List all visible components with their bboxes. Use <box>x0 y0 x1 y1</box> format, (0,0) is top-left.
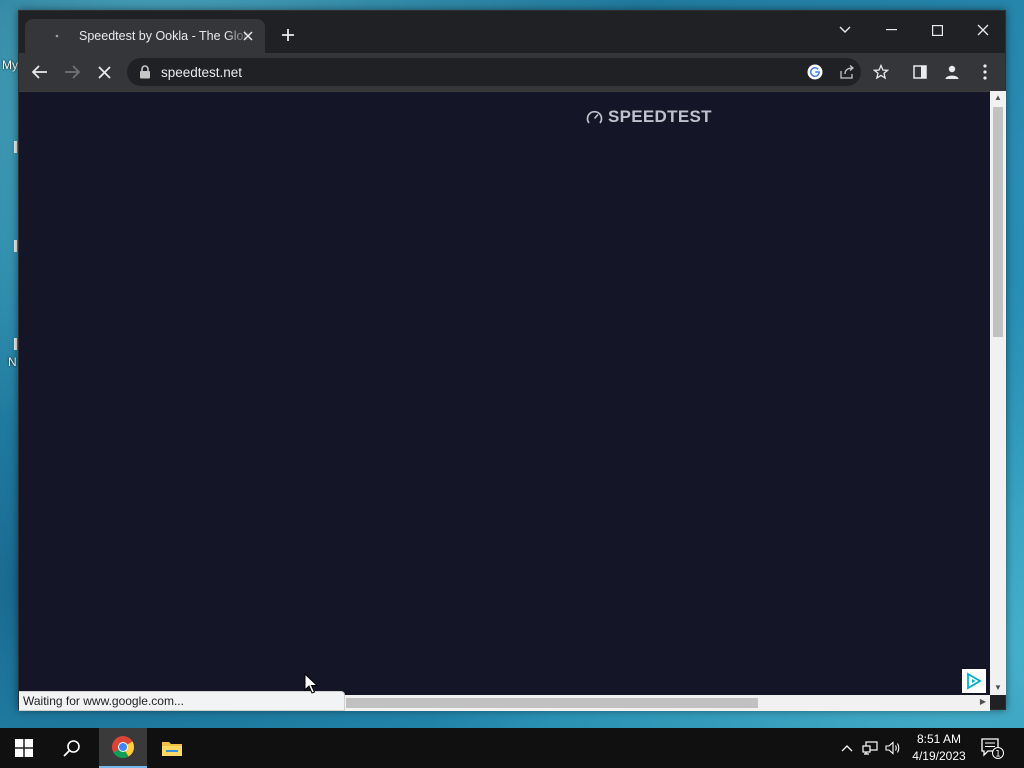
vertical-scrollbar-thumb[interactable] <box>993 107 1003 337</box>
desktop-icon-edge <box>14 338 17 350</box>
lock-icon[interactable] <box>139 65 151 79</box>
desktop-icon-label-fragment[interactable]: My <box>2 58 18 72</box>
arrow-right-icon[interactable] <box>59 59 85 85</box>
notification-center-icon[interactable]: 1 <box>980 736 1004 760</box>
tab-search-icon[interactable] <box>827 17 863 43</box>
chrome-icon[interactable] <box>99 728 147 768</box>
profile-icon[interactable] <box>941 61 963 83</box>
desktop-icon-label-fragment[interactable]: N <box>8 355 17 369</box>
scroll-up-icon[interactable]: ▲ <box>990 91 1006 105</box>
notification-count: 1 <box>995 749 1000 759</box>
tab-title: Speedtest by Ookla - The Global Broadban… <box>79 29 251 43</box>
scroll-down-icon[interactable]: ▼ <box>990 681 1006 695</box>
desktop-icon-edge <box>14 141 17 153</box>
desktop-icon-edge <box>14 240 17 252</box>
speedtest-logo-text: SPEEDTEST <box>608 107 712 126</box>
minimize-icon[interactable] <box>873 17 909 43</box>
speedometer-icon <box>586 110 603 124</box>
adchoices-icon[interactable] <box>962 669 986 693</box>
arrow-left-icon[interactable] <box>27 59 53 85</box>
plus-icon[interactable] <box>277 25 299 47</box>
address-bar[interactable]: speedtest.net <box>127 58 861 86</box>
clock-time: 8:51 AM <box>916 732 962 746</box>
page-viewport[interactable]: SPEEDTEST <box>19 91 990 695</box>
side-panel-icon[interactable] <box>909 61 931 83</box>
kebab-menu-icon[interactable] <box>974 61 996 83</box>
file-explorer-icon[interactable] <box>148 728 196 768</box>
chevron-up-icon[interactable] <box>838 739 856 757</box>
system-clock[interactable]: 8:51 AM 4/19/2023 <box>906 731 972 765</box>
close-icon[interactable] <box>965 17 1001 43</box>
scroll-right-icon[interactable]: ▶ <box>980 697 986 706</box>
tab-speedtest[interactable]: Speedtest by Ookla - The Global Broadban… <box>25 19 265 53</box>
windows-start-icon[interactable] <box>0 728 48 768</box>
star-icon[interactable] <box>870 61 892 83</box>
browser-toolbar: speedtest.net <box>19 53 1005 91</box>
search-icon[interactable] <box>48 728 96 768</box>
mouse-cursor-icon <box>304 673 318 694</box>
stop-loading-icon[interactable] <box>91 59 117 85</box>
share-icon[interactable] <box>837 62 857 82</box>
loading-spinner-icon <box>49 28 65 44</box>
close-icon[interactable] <box>239 27 257 45</box>
network-icon[interactable] <box>861 739 879 757</box>
url-text[interactable]: speedtest.net <box>161 65 242 80</box>
taskbar: 8:51 AM 4/19/2023 1 <box>0 728 1024 768</box>
chrome-window: Speedtest by Ookla - The Global Broadban… <box>18 10 1006 711</box>
google-icon[interactable] <box>805 62 825 82</box>
tab-strip: Speedtest by Ookla - The Global Broadban… <box>19 11 1005 53</box>
clock-date: 4/19/2023 <box>912 749 966 763</box>
maximize-icon[interactable] <box>919 17 955 43</box>
horizontal-scrollbar-thumb[interactable] <box>346 698 758 708</box>
vertical-scrollbar[interactable]: ▲ ▼ <box>990 91 1006 695</box>
speedtest-logo[interactable]: SPEEDTEST <box>586 107 712 127</box>
status-bubble: Waiting for www.google.com... <box>19 691 345 711</box>
volume-icon[interactable] <box>884 739 902 757</box>
